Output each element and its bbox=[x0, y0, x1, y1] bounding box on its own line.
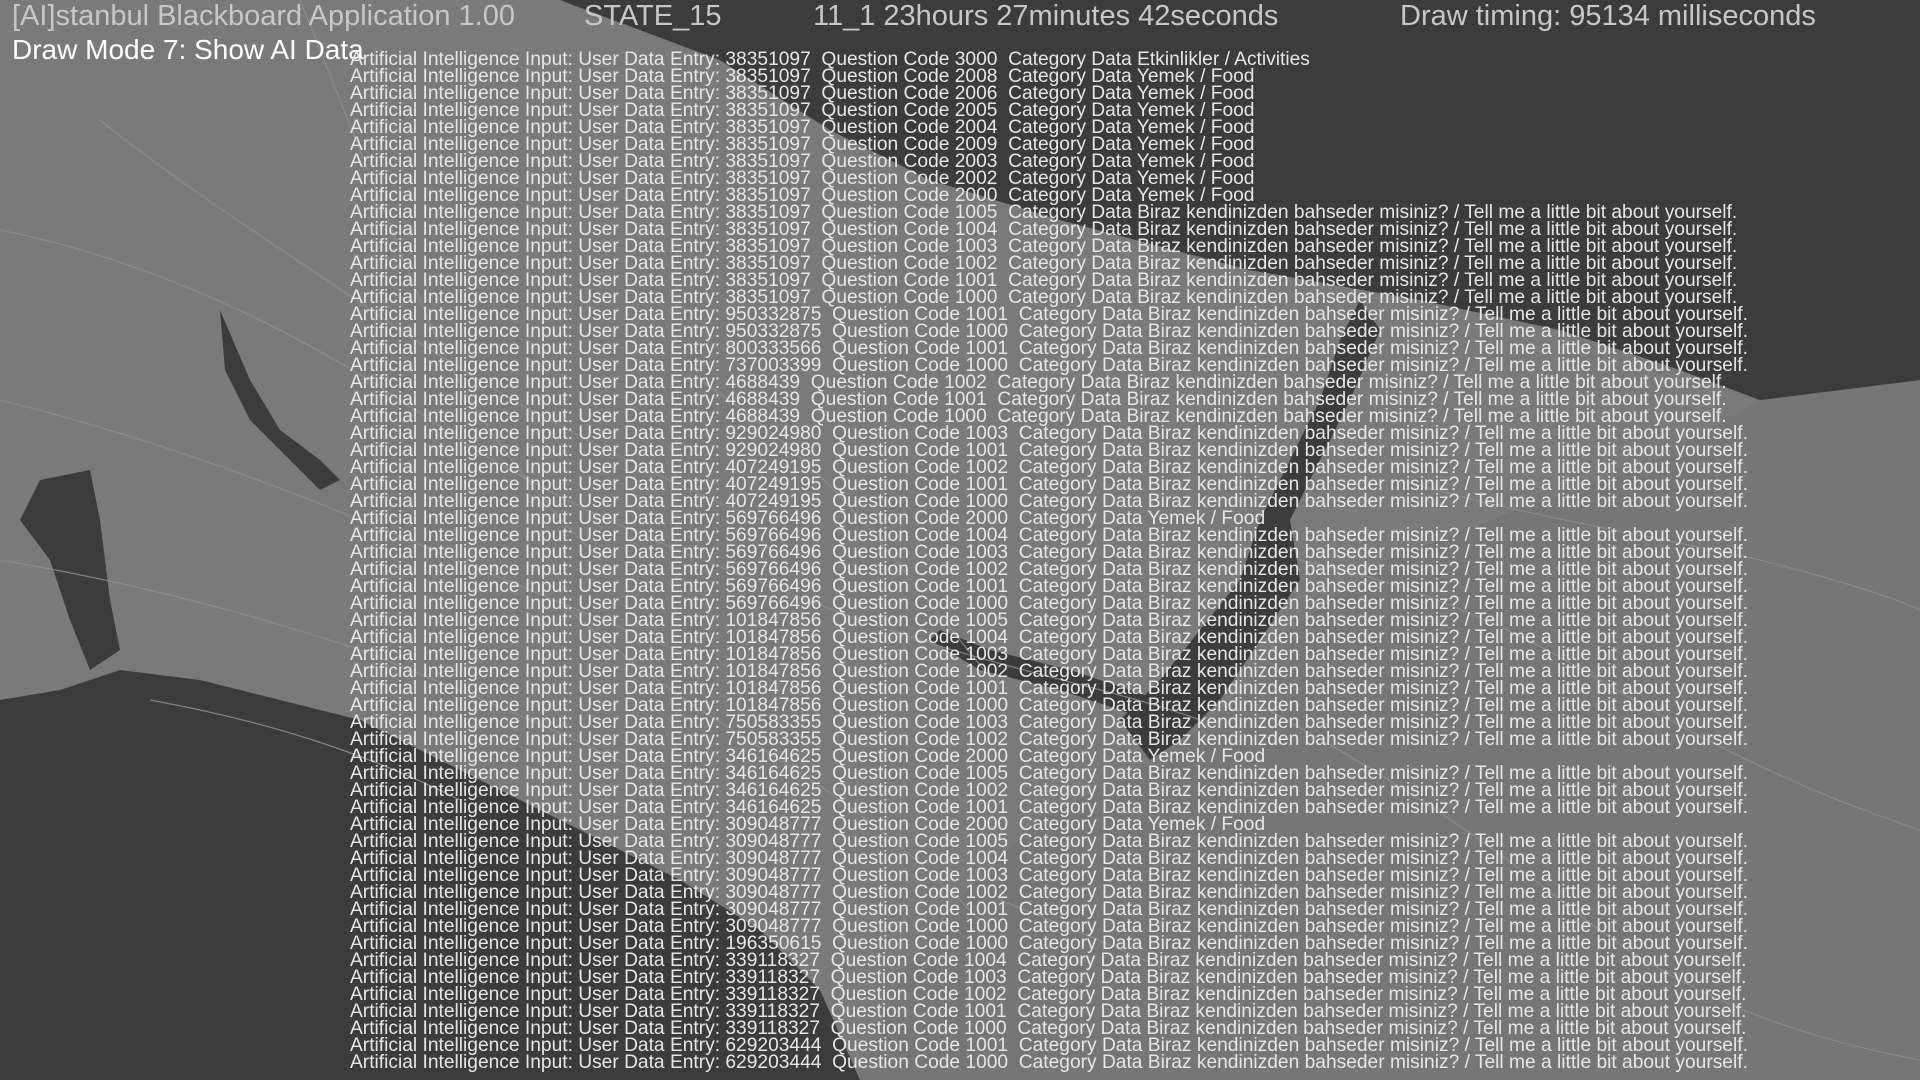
app-title: [AI]stanbul Blackboard Application 1.00 bbox=[12, 0, 515, 32]
draw-mode-label: Draw Mode 7: Show AI Data bbox=[12, 34, 364, 65]
ai-data-log: Artificial Intelligence Input: User Data… bbox=[350, 50, 1920, 1080]
draw-timing-label: Draw timing: 95134 milliseconds bbox=[1400, 0, 1816, 32]
elapsed-time-label: 11_1 23hours 27minutes 42seconds bbox=[813, 0, 1279, 32]
log-line: Artificial Intelligence Input: User Data… bbox=[350, 1052, 1748, 1073]
state-label: STATE_15 bbox=[584, 0, 722, 32]
